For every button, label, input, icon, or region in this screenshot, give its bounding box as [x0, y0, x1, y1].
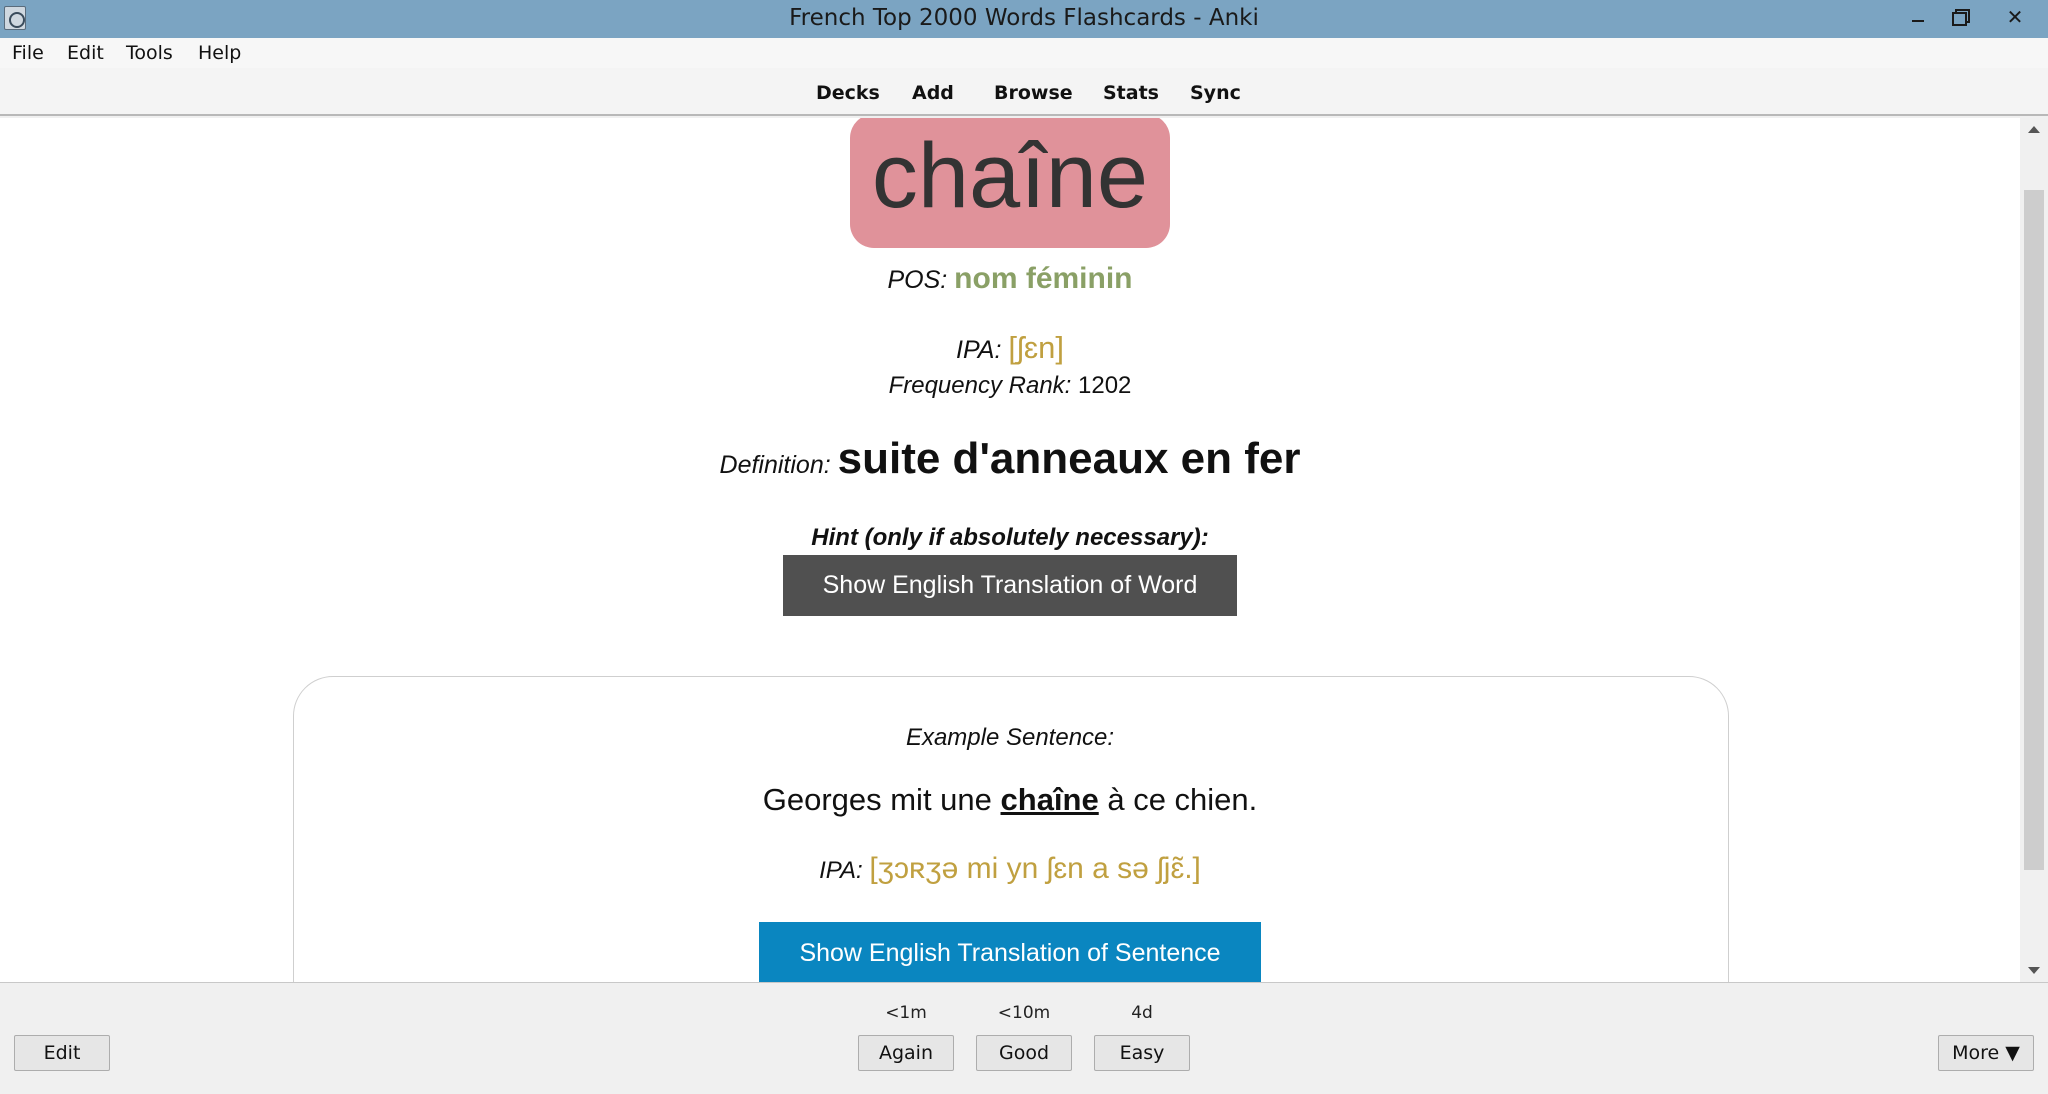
toolbar-decks[interactable]: Decks [816, 82, 880, 104]
review-bottom-bar: Edit <1m <10m 4d Again Good Easy More ▼ [0, 982, 2048, 1094]
sentence-ipa-value: [ʒɔʀʒə mi yn ʃɛn a sə ʃjɛ̃.] [869, 852, 1201, 885]
easy-button[interactable]: Easy [1094, 1035, 1190, 1071]
definition-value: suite d'anneaux en fer [837, 434, 1301, 483]
menu-help[interactable]: Help [198, 42, 241, 64]
main-toolbar: Decks Add Browse Stats Sync [0, 68, 2048, 116]
scroll-down-arrow-icon[interactable] [2028, 967, 2040, 974]
show-word-translation-button[interactable]: Show English Translation of Word [783, 555, 1237, 616]
toolbar-stats[interactable]: Stats [1103, 82, 1159, 104]
menu-edit[interactable]: Edit [67, 42, 104, 64]
sentence-after: à ce chien. [1098, 782, 1258, 817]
window-title: French Top 2000 Words Flashcards - Anki [789, 5, 1259, 31]
easy-interval: 4d [1131, 1003, 1153, 1023]
pos-line: POS: nom féminin [0, 262, 2020, 296]
ipa-line: IPA: [ʃɛn] [0, 330, 2020, 366]
again-button[interactable]: Again [858, 1035, 954, 1071]
show-sentence-translation-button[interactable]: Show English Translation of Sentence [759, 922, 1261, 982]
good-button[interactable]: Good [976, 1035, 1072, 1071]
word-box: chaîne [850, 118, 1170, 248]
definition-label: Definition: [719, 451, 831, 479]
restore-icon[interactable] [1938, 0, 1982, 34]
close-icon[interactable]: ✕ [1982, 0, 2048, 34]
sentence-ipa-label: IPA: [819, 857, 863, 884]
frequency-label: Frequency Rank: [888, 372, 1072, 399]
scroll-up-arrow-icon[interactable] [2028, 126, 2040, 133]
minimize-icon[interactable] [1896, 0, 1940, 34]
hint-label: Hint (only if absolutely necessary): [811, 524, 1209, 551]
definition-line: Definition: suite d'anneaux en fer [0, 434, 2020, 484]
card-view: chaîne POS: nom féminin IPA: [ʃɛn] Frequ… [0, 118, 2020, 982]
menu-file[interactable]: File [12, 42, 44, 64]
edit-button[interactable]: Edit [14, 1035, 110, 1071]
title-bar: French Top 2000 Words Flashcards - Anki … [0, 0, 2048, 38]
menu-bar: File Edit Tools Help [0, 38, 2048, 68]
sentence-highlight-word: chaîne [1000, 782, 1099, 817]
toolbar-sync[interactable]: Sync [1190, 82, 1241, 104]
example-sentence: Georges mit une chaîne à ce chien. [0, 782, 2020, 818]
sentence-ipa-line: IPA: [ʒɔʀʒə mi yn ʃɛn a sə ʃjɛ̃.] [0, 852, 2020, 886]
toolbar-browse[interactable]: Browse [994, 82, 1073, 104]
toolbar-add[interactable]: Add [912, 82, 954, 104]
example-sentence-label: Example Sentence: [905, 724, 1115, 751]
scroll-thumb[interactable] [2024, 190, 2044, 870]
pos-label: POS: [887, 266, 948, 294]
frequency-line: Frequency Rank: 1202 [0, 372, 2020, 400]
menu-tools[interactable]: Tools [126, 42, 173, 64]
sentence-before: Georges mit une [762, 782, 1001, 817]
ipa-label: IPA: [956, 336, 1002, 364]
good-interval: <10m [997, 1003, 1051, 1023]
more-button[interactable]: More ▼ [1938, 1035, 2034, 1071]
again-interval: <1m [885, 1003, 927, 1023]
card-word: chaîne [871, 125, 1149, 227]
pos-value: nom féminin [954, 262, 1133, 295]
ipa-value: [ʃɛn] [1008, 330, 1064, 365]
vertical-scrollbar[interactable] [2020, 118, 2048, 982]
frequency-value: 1202 [1078, 372, 1132, 399]
